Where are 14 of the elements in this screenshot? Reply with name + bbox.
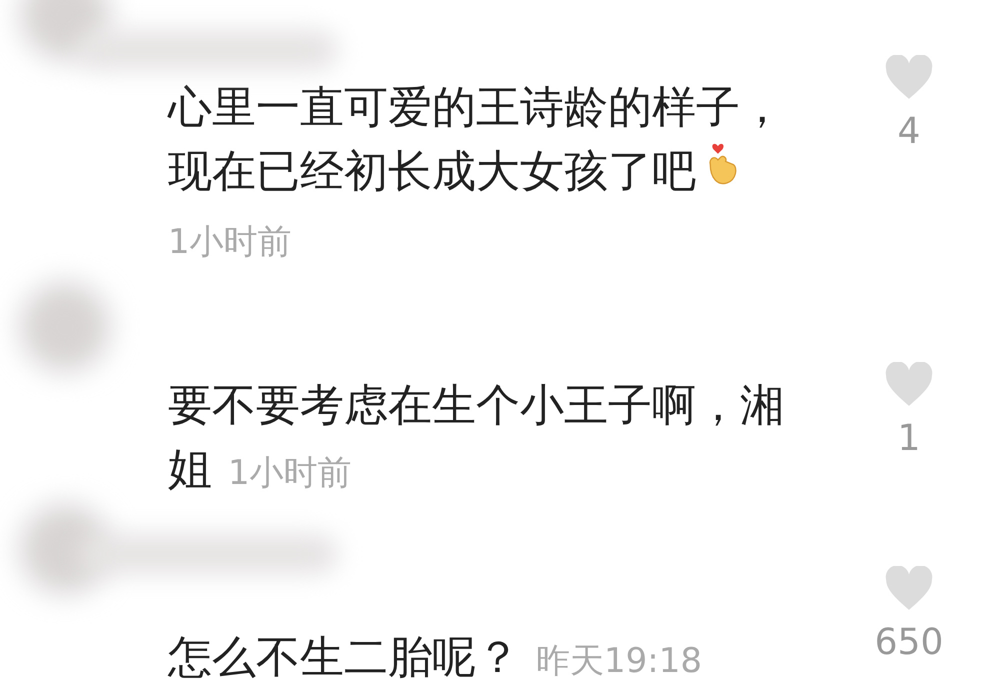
comment-text: 现在已经初长成大女孩了吧 [168,145,696,199]
like-count: 4 [898,111,920,152]
comment-time: 1小时前 [228,452,352,495]
comment-text: 要不要考虑在生个小王子啊，湘 [168,379,784,433]
heart-icon[interactable] [884,566,934,612]
comment-text: 心里一直可爱的王诗龄的样子， [168,81,784,135]
heart-icon[interactable] [884,362,934,408]
heart-icon[interactable] [884,55,934,101]
like-count: 1 [898,418,920,459]
like-count: 650 [874,622,944,663]
comment-time: 1小时前 [168,221,293,264]
comment-text: 姐 [168,443,212,497]
comment-text: 怎么不生二胎呢？ [168,631,520,685]
comment-time: 昨天19:18 [536,640,702,683]
